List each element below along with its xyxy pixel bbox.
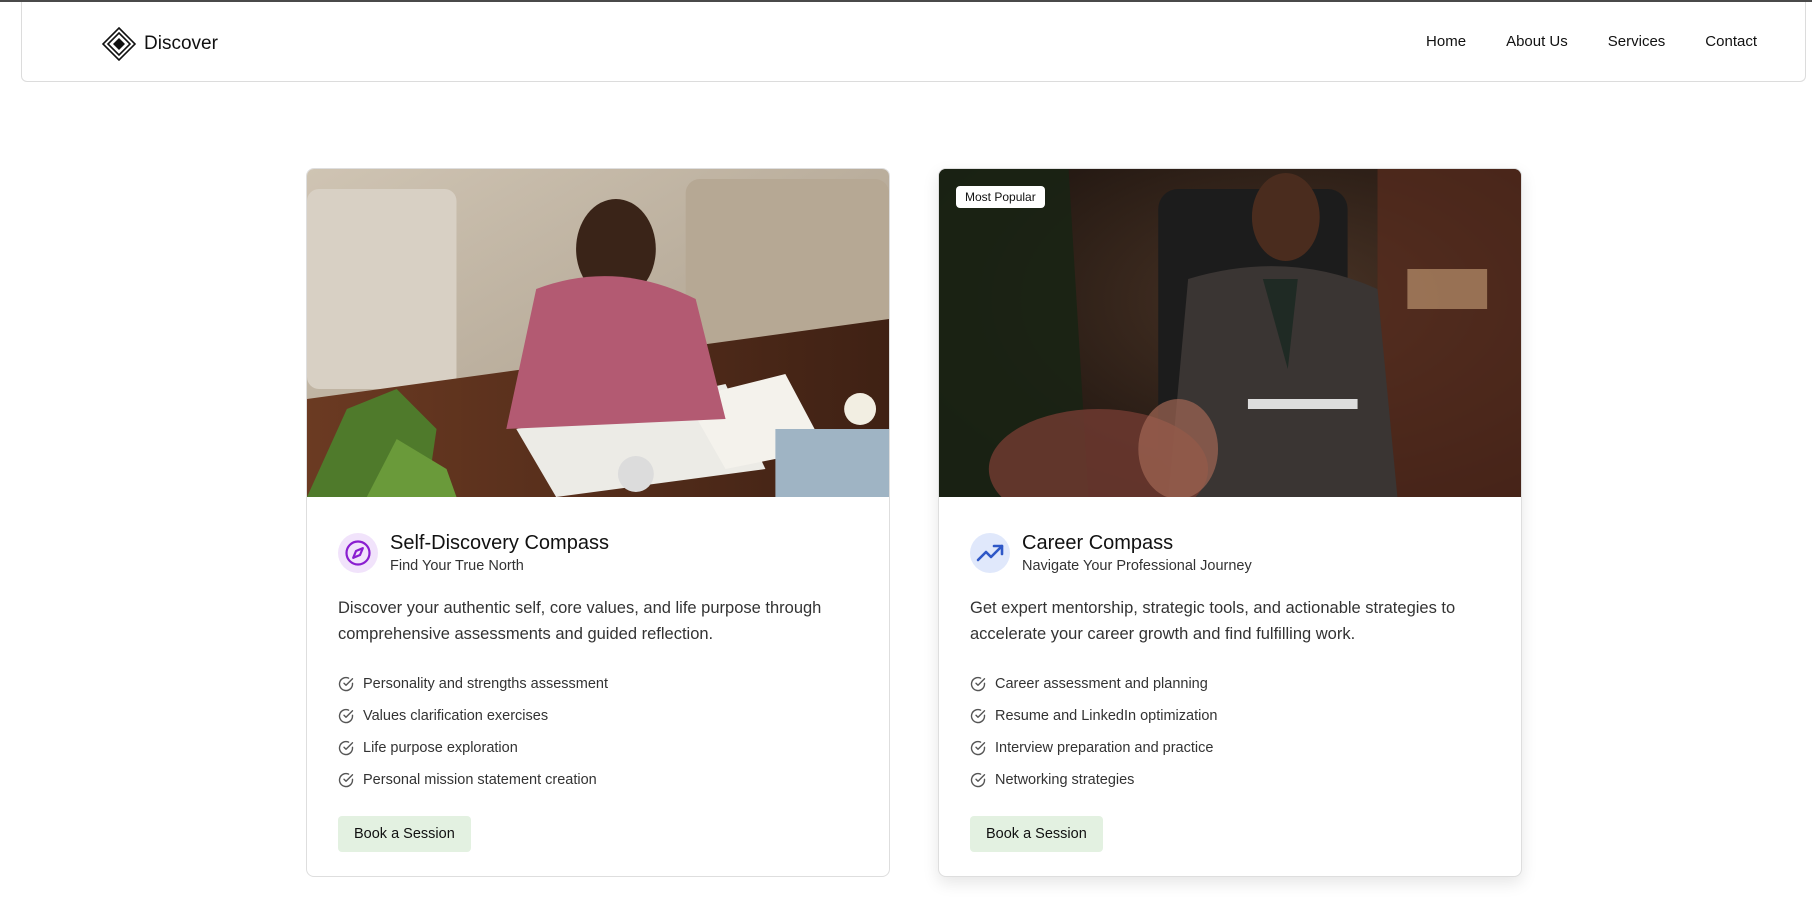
nav-services[interactable]: Services <box>1608 33 1666 50</box>
feature-list: Personality and strengths assessment Val… <box>338 668 858 796</box>
feature-text: Career assessment and planning <box>995 676 1208 692</box>
photo-woman-writing-journal <box>307 169 889 497</box>
card-icon-badge <box>970 532 1010 573</box>
card-description: Get expert mentorship, strategic tools, … <box>970 599 1456 643</box>
card-subtitle: Find Your True North <box>390 558 524 574</box>
diamond-logo-icon <box>102 27 136 61</box>
nav-about-us[interactable]: About Us <box>1506 33 1568 50</box>
service-card-career-compass: Most Popular Career Compass Navigate You… <box>938 168 1522 877</box>
feature-text: Resume and LinkedIn optimization <box>995 708 1218 724</box>
trending-up-icon <box>976 544 1004 561</box>
feature-text: Values clarification exercises <box>363 708 549 724</box>
list-item: Networking strategies <box>970 764 1490 796</box>
list-item: Career assessment and planning <box>970 668 1490 700</box>
card-title: Career Compass <box>1022 532 1174 554</box>
feature-text: Personal mission statement creation <box>363 772 597 788</box>
check-circle-icon <box>970 740 986 756</box>
navbar: Discover Home About Us Services Contact <box>21 2 1806 82</box>
feature-text: Networking strategies <box>995 772 1135 788</box>
list-item: Interview preparation and practice <box>970 732 1490 764</box>
service-card-self-discovery: Self-Discovery Compass Find Your True No… <box>306 168 890 877</box>
check-circle-icon <box>970 708 986 724</box>
card-title: Self-Discovery Compass <box>390 532 609 554</box>
check-circle-icon <box>970 772 986 788</box>
brand[interactable]: Discover <box>102 27 218 61</box>
book-session-button[interactable]: Book a Session <box>970 816 1103 852</box>
card-description: Discover your authentic self, core value… <box>338 599 822 643</box>
brand-name: Discover <box>144 33 218 54</box>
feature-text: Interview preparation and practice <box>995 740 1214 756</box>
list-item: Personal mission statement creation <box>338 764 858 796</box>
card-subtitle: Navigate Your Professional Journey <box>1022 558 1252 574</box>
main-nav: Home About Us Services Contact <box>1426 33 1757 50</box>
card-icon-badge <box>338 532 378 573</box>
card-image <box>307 169 889 497</box>
check-circle-icon <box>970 676 986 692</box>
list-item: Personality and strengths assessment <box>338 668 858 700</box>
feature-text: Personality and strengths assessment <box>363 676 609 692</box>
book-session-button[interactable]: Book a Session <box>338 816 471 852</box>
compass-icon <box>345 539 371 566</box>
list-item: Life purpose exploration <box>338 732 858 764</box>
nav-contact[interactable]: Contact <box>1705 33 1757 50</box>
check-circle-icon <box>338 740 354 756</box>
check-circle-icon <box>338 676 354 692</box>
nav-home[interactable]: Home <box>1426 33 1466 50</box>
feature-list: Career assessment and planning Resume an… <box>970 668 1490 796</box>
feature-text: Life purpose exploration <box>363 740 518 756</box>
card-image: Most Popular <box>939 169 1521 497</box>
most-popular-badge: Most Popular <box>956 186 1045 208</box>
list-item: Values clarification exercises <box>338 700 858 732</box>
check-circle-icon <box>338 708 354 724</box>
check-circle-icon <box>338 772 354 788</box>
list-item: Resume and LinkedIn optimization <box>970 700 1490 732</box>
photo-man-career-coaching <box>939 169 1521 497</box>
